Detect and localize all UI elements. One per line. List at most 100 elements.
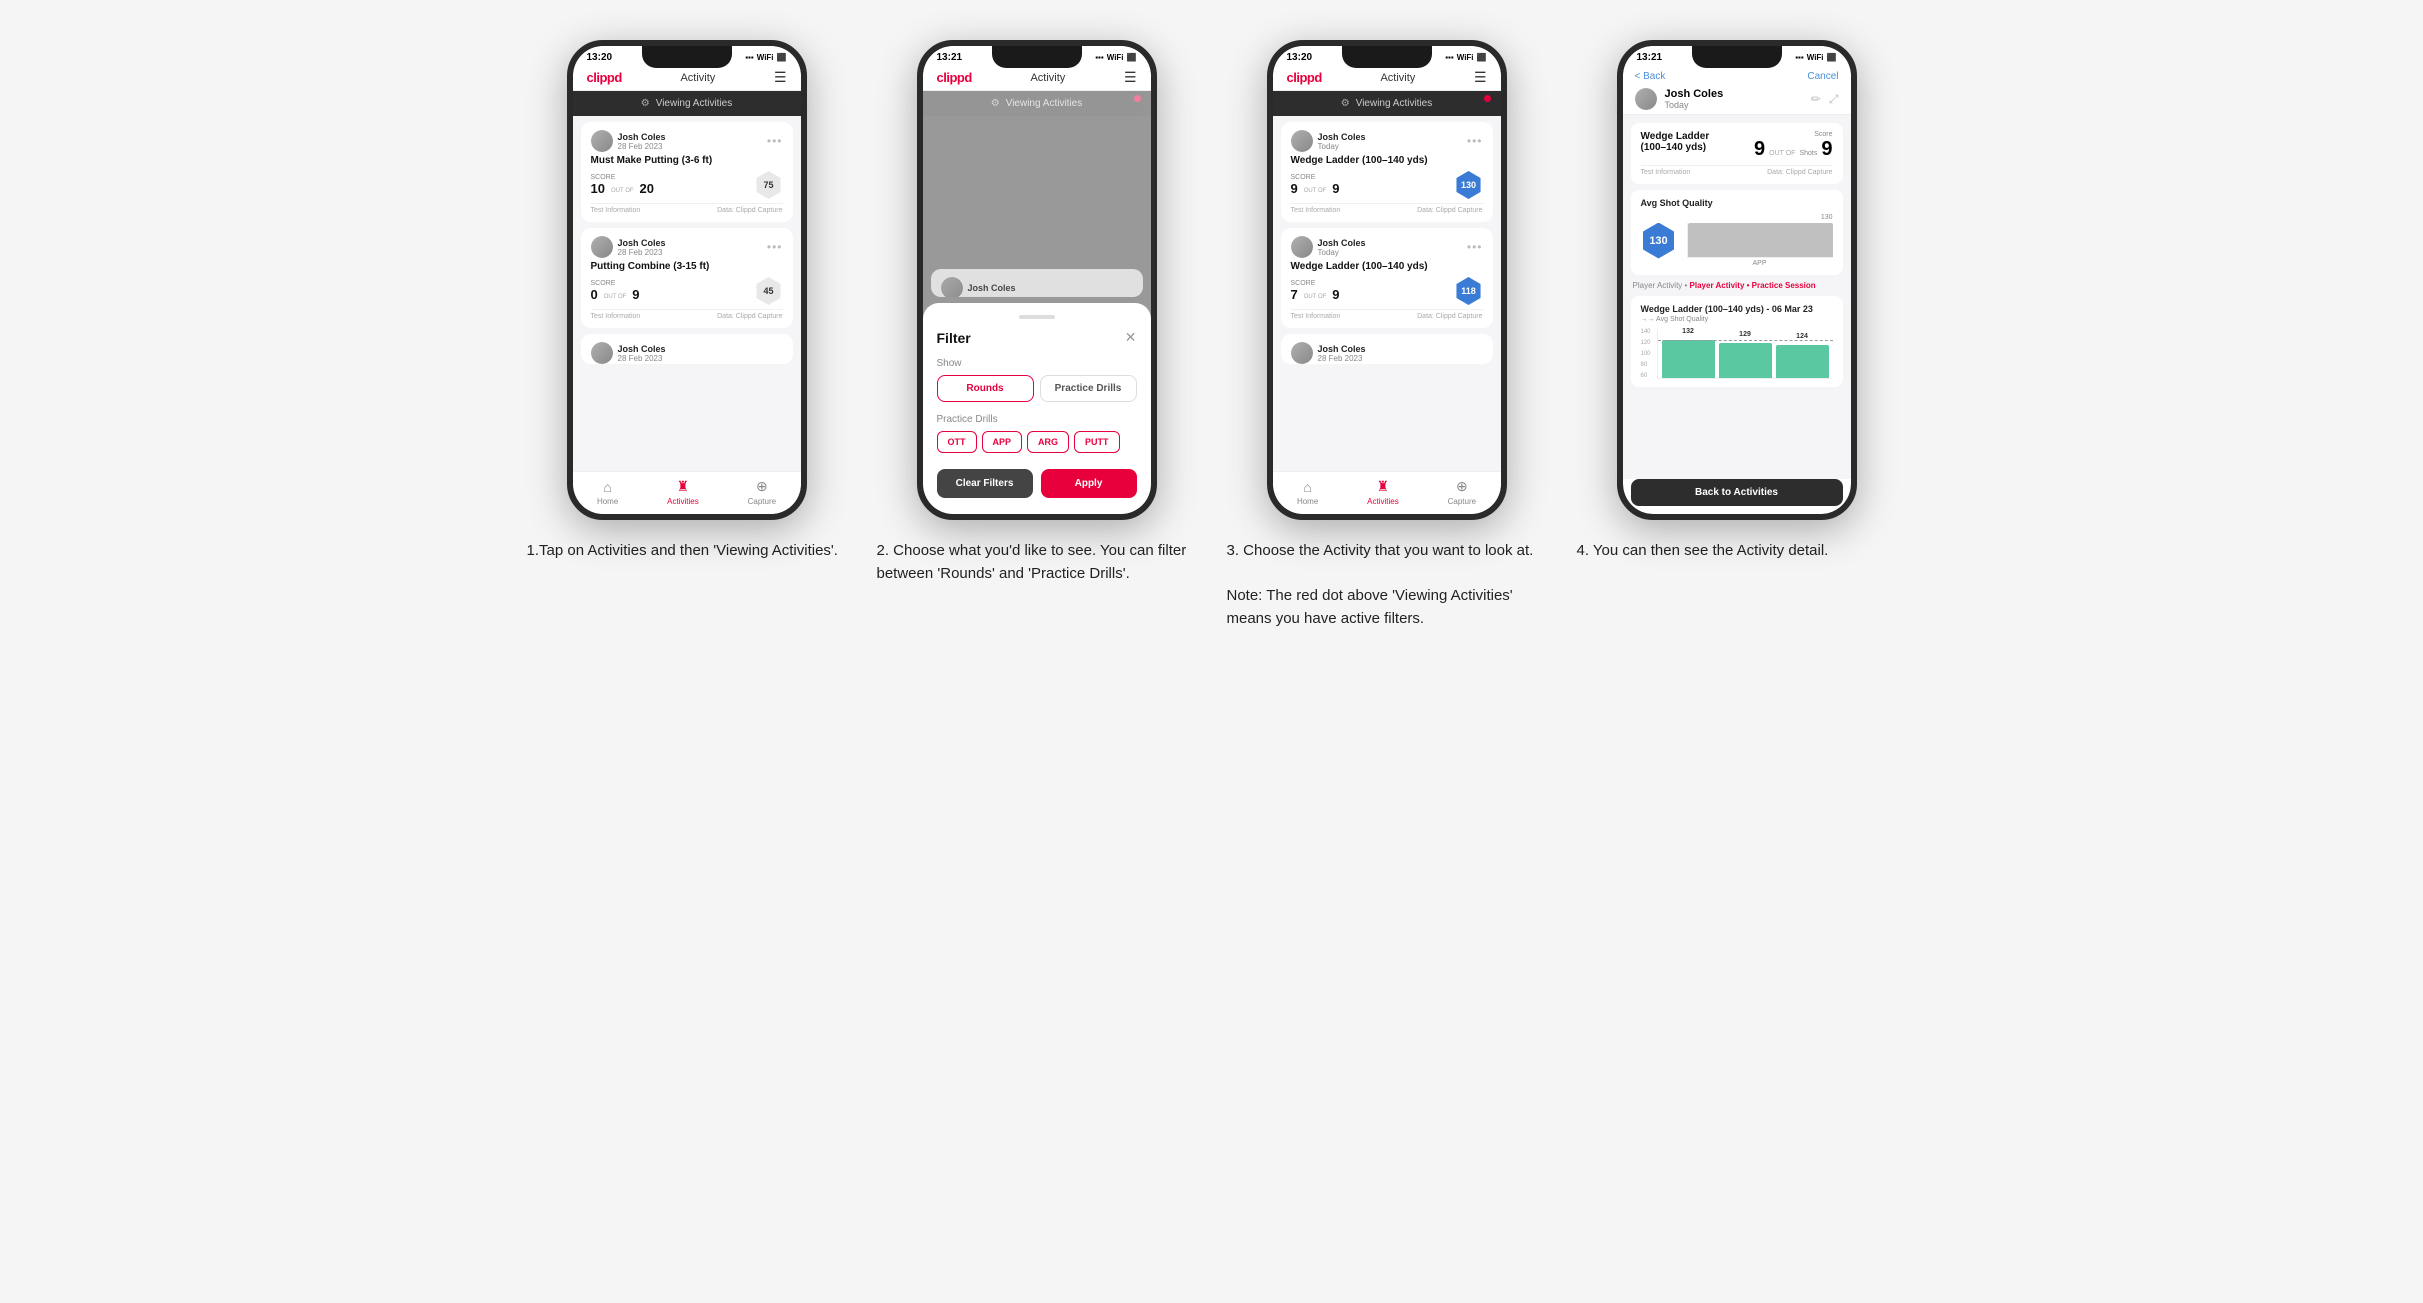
edit-icon-4[interactable]: ✏	[1811, 92, 1821, 107]
nav-title-2: Activity	[1030, 72, 1065, 84]
nav-logo-3: clippd	[1287, 70, 1322, 85]
score-value-1-2: 0	[591, 287, 598, 302]
detail-info-left-4: Test Information	[1641, 169, 1691, 176]
chart-bar-3-4: 124	[1776, 345, 1829, 378]
shots-value-1-1: 20	[640, 181, 654, 196]
phones-row: 13:20 ▪▪▪ WiFi ⬛ clippd Activity ☰ ⚙ Vie…	[512, 40, 1912, 520]
activities-label-1: Activities	[667, 497, 699, 506]
activity-title-3-2: Wedge Ladder (100–140 yds)	[1291, 261, 1483, 272]
back-to-activities-button-4[interactable]: Back to Activities	[1631, 479, 1843, 506]
user-date-3-2: Today	[1318, 248, 1366, 257]
back-button-4[interactable]: < Back	[1635, 71, 1666, 82]
stats-row-3-2: Score 7 OUT OF 9 118	[1291, 277, 1483, 305]
user-row-1-2: Josh Coles 28 Feb 2023	[591, 236, 666, 258]
nav-activities-1[interactable]: ♜ Activities	[667, 478, 699, 506]
filter-tab-rounds-2[interactable]: Rounds	[937, 375, 1034, 402]
filter-handle-2	[1019, 315, 1055, 319]
nav-bar-3: clippd Activity ☰	[1273, 65, 1501, 91]
activity-card-1-2[interactable]: Josh Coles 28 Feb 2023 ••• Putting Combi…	[581, 228, 793, 328]
drill-chip-arg-2[interactable]: ARG	[1027, 431, 1069, 453]
hamburger-icon-2[interactable]: ☰	[1124, 69, 1137, 86]
status-time-2: 13:21	[937, 52, 963, 63]
home-icon-3: ⌂	[1303, 479, 1311, 495]
clear-filters-button-2[interactable]: Clear Filters	[937, 469, 1033, 498]
wifi-icon-2: WiFi	[1107, 53, 1124, 62]
cancel-button-4[interactable]: Cancel	[1807, 71, 1838, 82]
nav-capture-1[interactable]: ⊕ Capture	[748, 478, 776, 506]
phone-2: 13:21 ▪▪▪ WiFi ⬛ clippd Activity ☰ ⚙ Vie…	[917, 40, 1157, 520]
capture-label-3: Capture	[1448, 497, 1476, 506]
activities-icon-1: ♜	[677, 478, 690, 495]
chart-label-2-4: 129	[1739, 331, 1751, 338]
phone-notch-4	[1692, 46, 1782, 68]
user-info-1-2: Josh Coles 28 Feb 2023	[618, 238, 666, 257]
status-icons-1: ▪▪▪ WiFi ⬛	[745, 53, 786, 62]
filter-tab-practice-2[interactable]: Practice Drills	[1040, 375, 1137, 402]
capture-label-1: Capture	[748, 497, 776, 506]
viewing-activities-text-3: Viewing Activities	[1356, 98, 1433, 109]
caption-text-3: 3. Choose the Activity that you want to …	[1227, 542, 1534, 627]
status-time-1: 13:20	[587, 52, 613, 63]
chart-section-4: Wedge Ladder (100–140 yds) - 06 Mar 23 →…	[1631, 296, 1843, 387]
chart-area-4: 132 129 124	[1657, 329, 1833, 379]
chart-label-1-4: 132	[1682, 328, 1694, 335]
viewing-activities-bar-2[interactable]: ⚙ Viewing Activities	[923, 91, 1151, 116]
activity-title-1-1: Must Make Putting (3-6 ft)	[591, 155, 783, 166]
chart-dashed-line-4	[1658, 340, 1833, 341]
more-options-1-2[interactable]: •••	[767, 240, 783, 254]
filter-icon-1: ⚙	[641, 98, 650, 109]
activity-card-3-3[interactable]: Josh Coles 28 Feb 2023	[1281, 334, 1493, 364]
avg-bar-4	[1688, 223, 1833, 257]
shot-quality-3-2: 118	[1455, 277, 1483, 305]
filter-show-label-2: Show	[937, 358, 1137, 369]
phone-screen-3: 13:20 ▪▪▪ WiFi ⬛ clippd Activity ☰ ⚙ Vie…	[1273, 46, 1501, 514]
apply-button-2[interactable]: Apply	[1041, 469, 1137, 498]
user-info-3-2: Josh Coles Today	[1318, 238, 1366, 257]
hamburger-icon-1[interactable]: ☰	[774, 69, 787, 86]
viewing-activities-text-1: Viewing Activities	[656, 98, 733, 109]
activity-card-1-3[interactable]: Josh Coles 28 Feb 2023	[581, 334, 793, 364]
user-info-1-1: Josh Coles 28 Feb 2023	[618, 132, 666, 151]
nav-home-3[interactable]: ⌂ Home	[1297, 479, 1318, 506]
activity-card-3-2[interactable]: Josh Coles Today ••• Wedge Ladder (100–1…	[1281, 228, 1493, 328]
card-header-3-2: Josh Coles Today •••	[1291, 236, 1483, 258]
drill-chip-app-2[interactable]: APP	[982, 431, 1023, 453]
user-name-1-2: Josh Coles	[618, 238, 666, 248]
phone-notch-1	[642, 46, 732, 68]
nav-activities-3[interactable]: ♜ Activities	[1367, 478, 1399, 506]
detail-main-card-4: Wedge Ladder(100–140 yds) Score 9 OUT OF…	[1631, 123, 1843, 184]
drill-chips-2: OTT APP ARG PUTT	[937, 431, 1137, 453]
practice-session-label-4: Player Activity • Player Activity • Prac…	[1631, 281, 1843, 290]
drill-chip-ott-2[interactable]: OTT	[937, 431, 977, 453]
expand-icon-4[interactable]: ⤢	[1829, 92, 1839, 107]
nav-capture-3[interactable]: ⊕ Capture	[1448, 478, 1476, 506]
activity-card-3-1[interactable]: Josh Coles Today ••• Wedge Ladder (100–1…	[1281, 122, 1493, 222]
avatar-1-2	[591, 236, 613, 258]
user-date-1-1: 28 Feb 2023	[618, 142, 666, 151]
info-left-1-2: Test Information	[591, 313, 641, 320]
viewing-activities-bar-1[interactable]: ⚙ Viewing Activities	[573, 91, 801, 116]
user-info-1-3: Josh Coles 28 Feb 2023	[618, 344, 666, 363]
more-options-3-2[interactable]: •••	[1467, 240, 1483, 254]
more-options-1-1[interactable]: •••	[767, 134, 783, 148]
more-options-3-1[interactable]: •••	[1467, 134, 1483, 148]
detail-shots-val-4: 9	[1821, 138, 1832, 161]
nav-home-1[interactable]: ⌂ Home	[597, 479, 618, 506]
wifi-icon-4: WiFi	[1807, 53, 1824, 62]
filter-close-2[interactable]: ✕	[1125, 329, 1137, 346]
signal-icon-4: ▪▪▪	[1795, 53, 1804, 62]
chart-title-4: Wedge Ladder (100–140 yds) - 06 Mar 23	[1641, 304, 1833, 314]
caption-4: 4. You can then see the Activity detail.	[1577, 540, 1897, 630]
filter-header-2: Filter ✕	[937, 329, 1137, 346]
avg-chart-max-4: 130	[1687, 214, 1833, 221]
user-date-3-1: Today	[1318, 142, 1366, 151]
avatar-1-3	[591, 342, 613, 364]
battery-icon-1: ⬛	[777, 53, 787, 62]
status-time-3: 13:20	[1287, 52, 1313, 63]
detail-card-title-4: Wedge Ladder(100–140 yds)	[1641, 131, 1747, 153]
drill-chip-putt-2[interactable]: PUTT	[1074, 431, 1120, 453]
activity-card-1-1[interactable]: Josh Coles 28 Feb 2023 ••• Must Make Put…	[581, 122, 793, 222]
viewing-activities-bar-3[interactable]: ⚙ Viewing Activities	[1273, 91, 1501, 116]
chart-bar-2-4: 129	[1719, 343, 1772, 378]
hamburger-icon-3[interactable]: ☰	[1474, 69, 1487, 86]
